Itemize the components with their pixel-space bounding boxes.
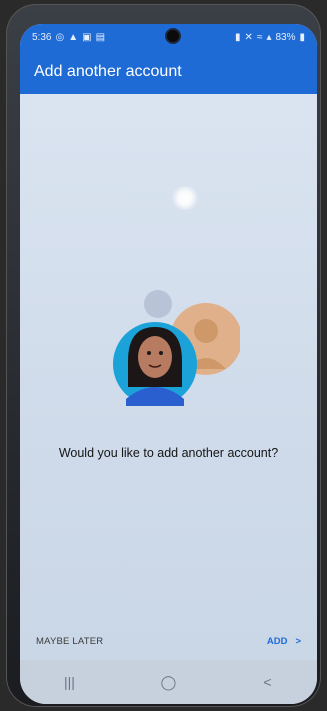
phone-screen: 5:36 ◎ ▲ ▣ ▤ ▮ ✕ ≈ ▴ 83% ▮ Add another a…	[20, 24, 317, 704]
add-button[interactable]: ADD >	[267, 636, 301, 647]
page-title: Add another account	[34, 63, 182, 80]
add-account-question: Would you like to add another account?	[58, 446, 279, 460]
signal-icon: ▴	[266, 31, 272, 43]
add-button-label: ADD	[266, 635, 288, 647]
home-icon[interactable]: ◯	[149, 674, 189, 691]
notification-icon: ◎	[55, 31, 65, 43]
app-bar: Add another account	[20, 50, 317, 94]
lock-icon: ▮	[235, 31, 241, 43]
image-icon: ▣	[82, 31, 92, 43]
mute-icon: ✕	[244, 31, 253, 43]
status-left: 5:36 ◎ ▲ ▣ ▤	[32, 32, 105, 43]
accounts-illustration	[113, 290, 240, 406]
calendar-icon: ▤	[95, 31, 106, 43]
warning-icon: ▲	[68, 31, 79, 43]
wifi-icon: ≈	[256, 31, 263, 43]
avatar-face	[138, 336, 172, 378]
front-camera	[167, 30, 179, 42]
small-bubble-shape	[144, 290, 172, 318]
status-time: 5:36	[32, 31, 52, 43]
maybe-later-button[interactable]: MAYBE LATER	[36, 636, 103, 647]
status-right: ▮ ✕ ≈ ▴ 83% ▮	[235, 32, 305, 43]
second-avatar-head	[194, 319, 218, 343]
screen-glare	[170, 186, 200, 210]
avatar-eye-left	[147, 351, 151, 355]
battery-icon: ▮	[299, 31, 305, 43]
back-icon[interactable]: <	[248, 674, 288, 690]
chevron-right-icon: >	[295, 635, 301, 647]
recent-apps-icon[interactable]: |||	[50, 674, 90, 690]
avatar-eye-right	[159, 351, 163, 355]
battery-percentage: 83%	[275, 31, 296, 43]
system-nav-bar: ||| ◯ <	[20, 660, 317, 704]
phone-device: 5:36 ◎ ▲ ▣ ▤ ▮ ✕ ≈ ▴ 83% ▮ Add another a…	[6, 4, 321, 707]
action-bar: MAYBE LATER ADD >	[20, 626, 317, 656]
main-content: Would you like to add another account?	[20, 94, 317, 634]
